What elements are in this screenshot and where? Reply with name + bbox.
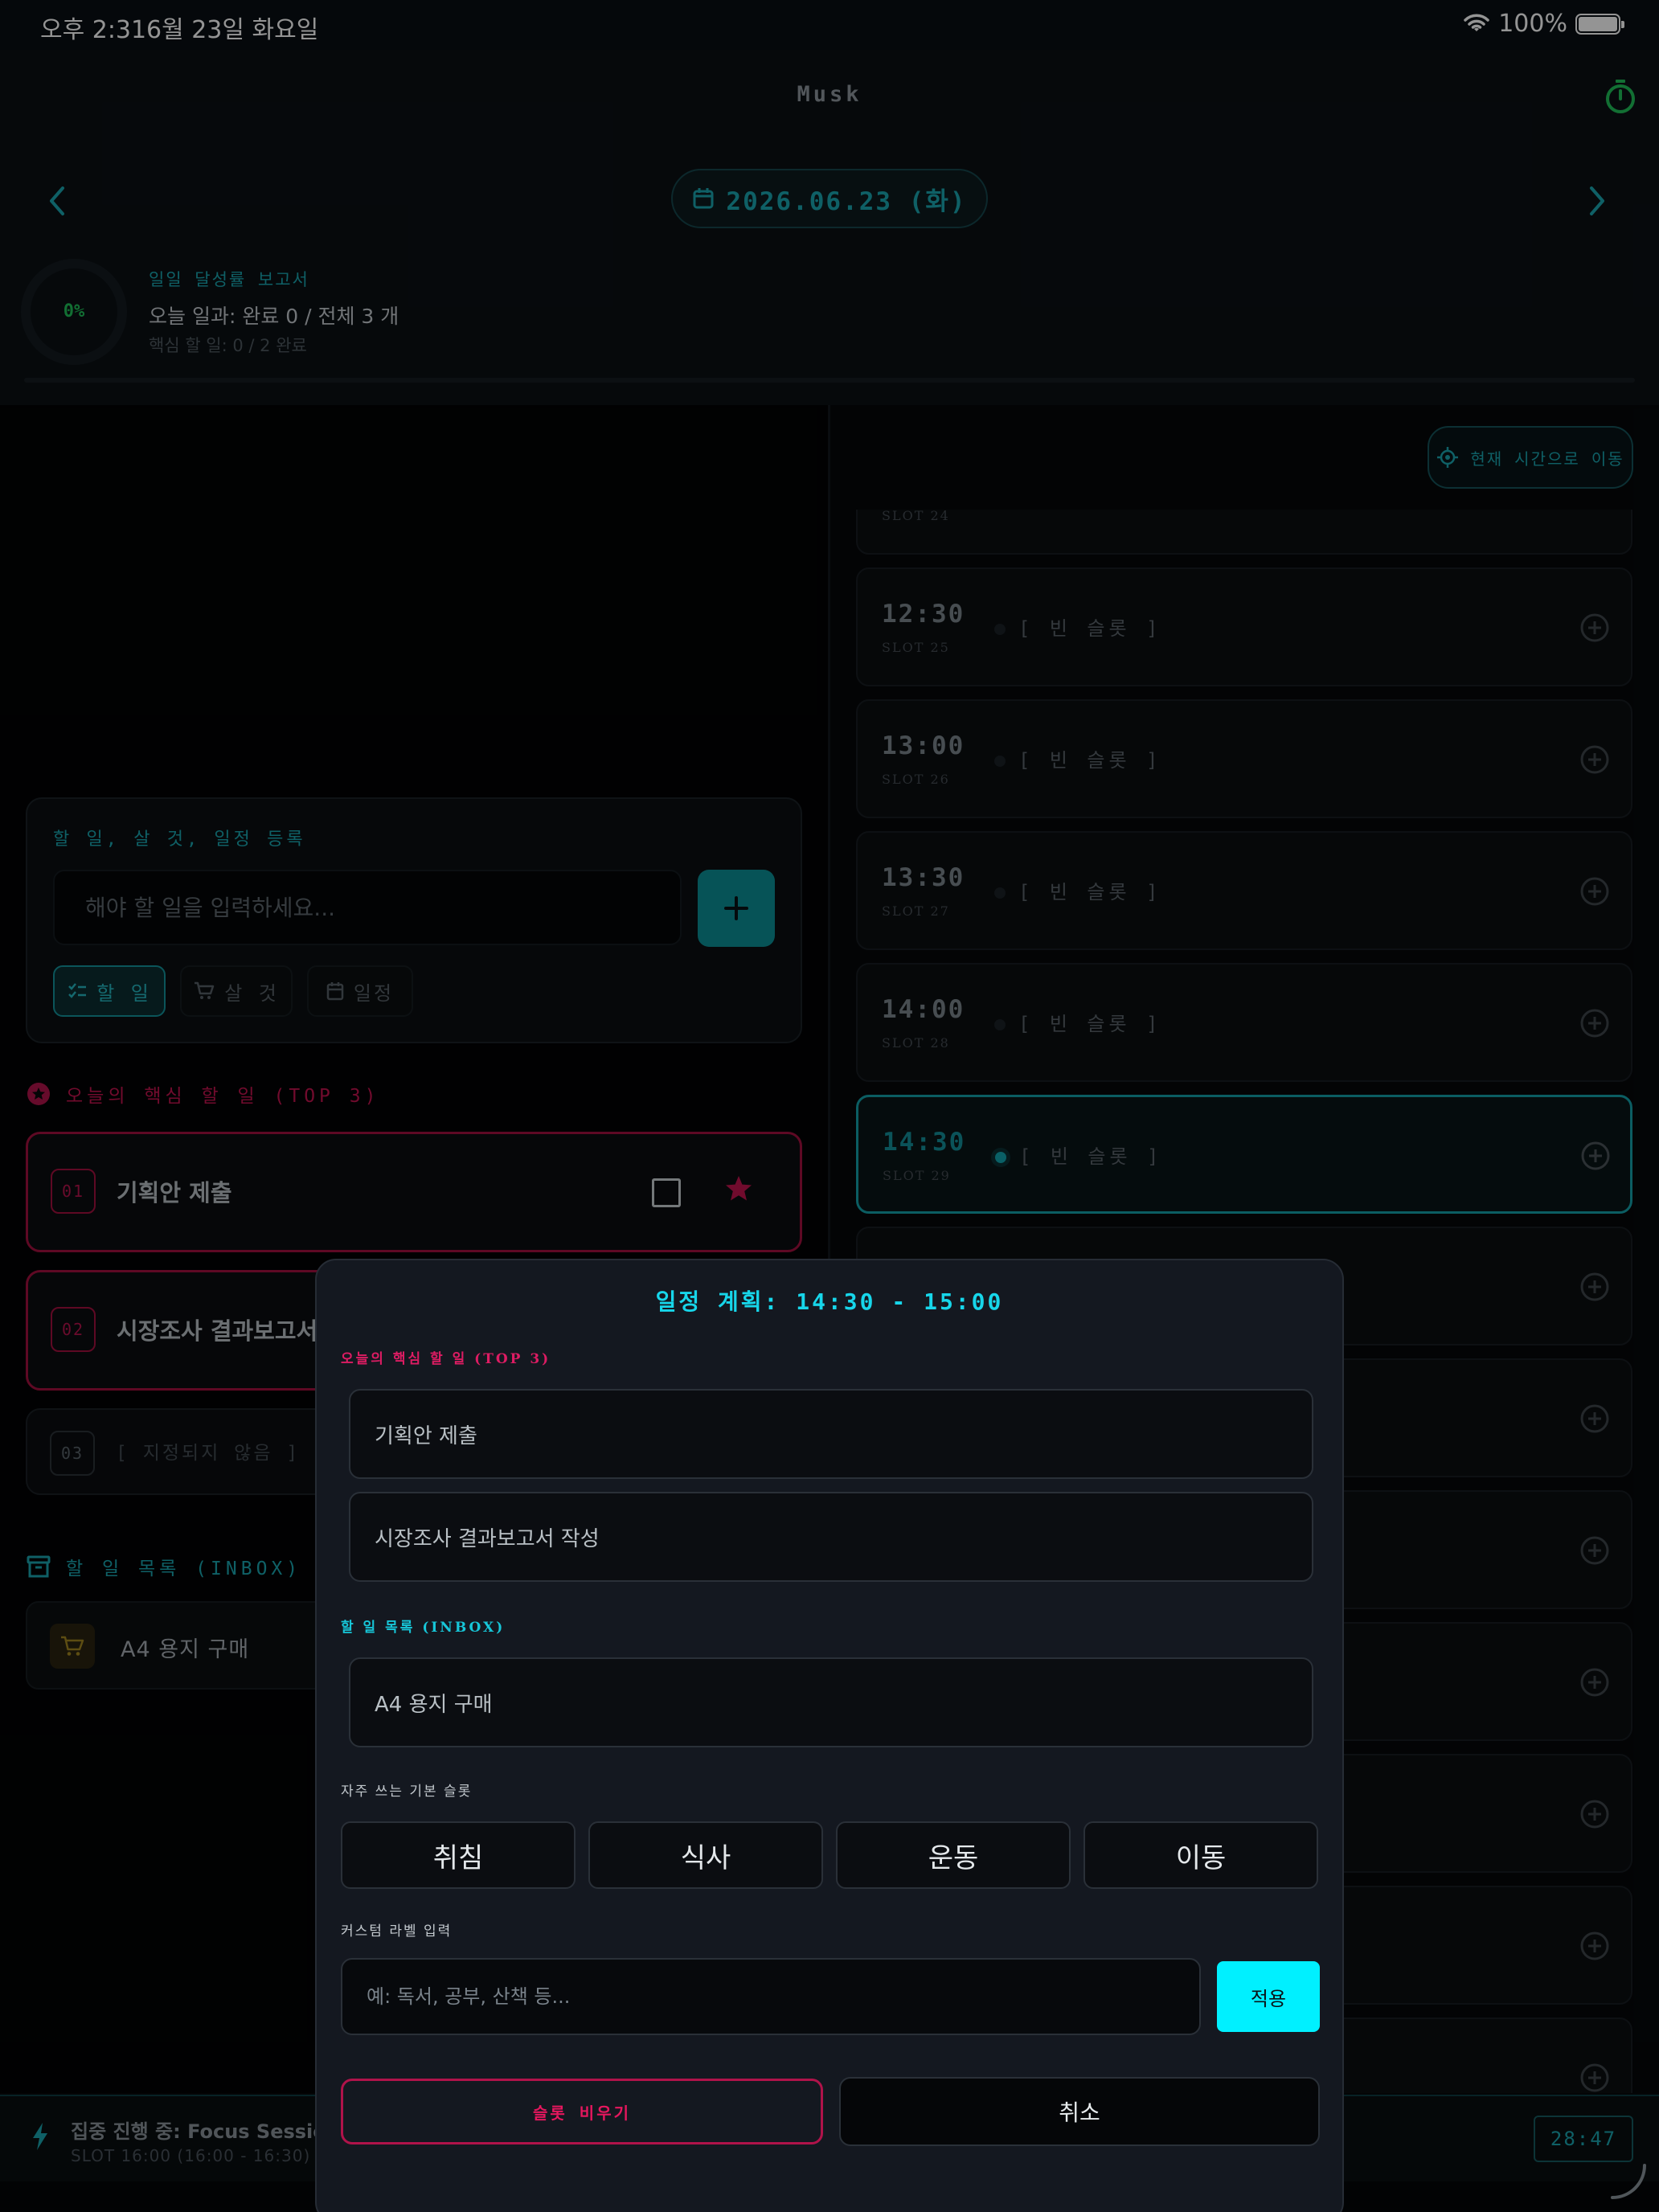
modal-top3-title: 오늘의 핵심 할 일 (TOP 3) xyxy=(341,1351,551,1367)
modal-top3-option[interactable]: 기획안 제출 xyxy=(349,1389,1313,1479)
custom-label-input[interactable] xyxy=(341,1958,1201,2035)
quick-slot-sleep[interactable]: 취침 xyxy=(341,1821,576,1889)
modal-quick-title: 자주 쓰는 기본 슬롯 xyxy=(341,1784,473,1800)
modal-inbox-title: 할 일 목록 (INBOX) xyxy=(341,1620,506,1636)
quick-slot-commute[interactable]: 이동 xyxy=(1083,1821,1318,1889)
modal-top3-option[interactable]: 시장조사 결과보고서 작성 xyxy=(349,1492,1313,1582)
modal-inbox-option[interactable]: A4 용지 구매 xyxy=(349,1657,1313,1747)
modal-custom-title: 커스텀 라벨 입력 xyxy=(341,1923,453,1940)
cancel-button[interactable]: 취소 xyxy=(839,2077,1320,2146)
modal-title: 일정 계획: 14:30 - 15:00 xyxy=(655,1288,1004,1315)
schedule-modal: 일정 계획: 14:30 - 15:00 오늘의 핵심 할 일 (TOP 3) … xyxy=(315,1259,1344,2212)
quick-slot-exercise[interactable]: 운동 xyxy=(836,1821,1071,1889)
clear-slot-button[interactable]: 슬롯 비우기 xyxy=(341,2079,823,2144)
apply-button[interactable]: 적용 xyxy=(1217,1961,1320,2032)
quick-slot-meal[interactable]: 식사 xyxy=(588,1821,823,1889)
